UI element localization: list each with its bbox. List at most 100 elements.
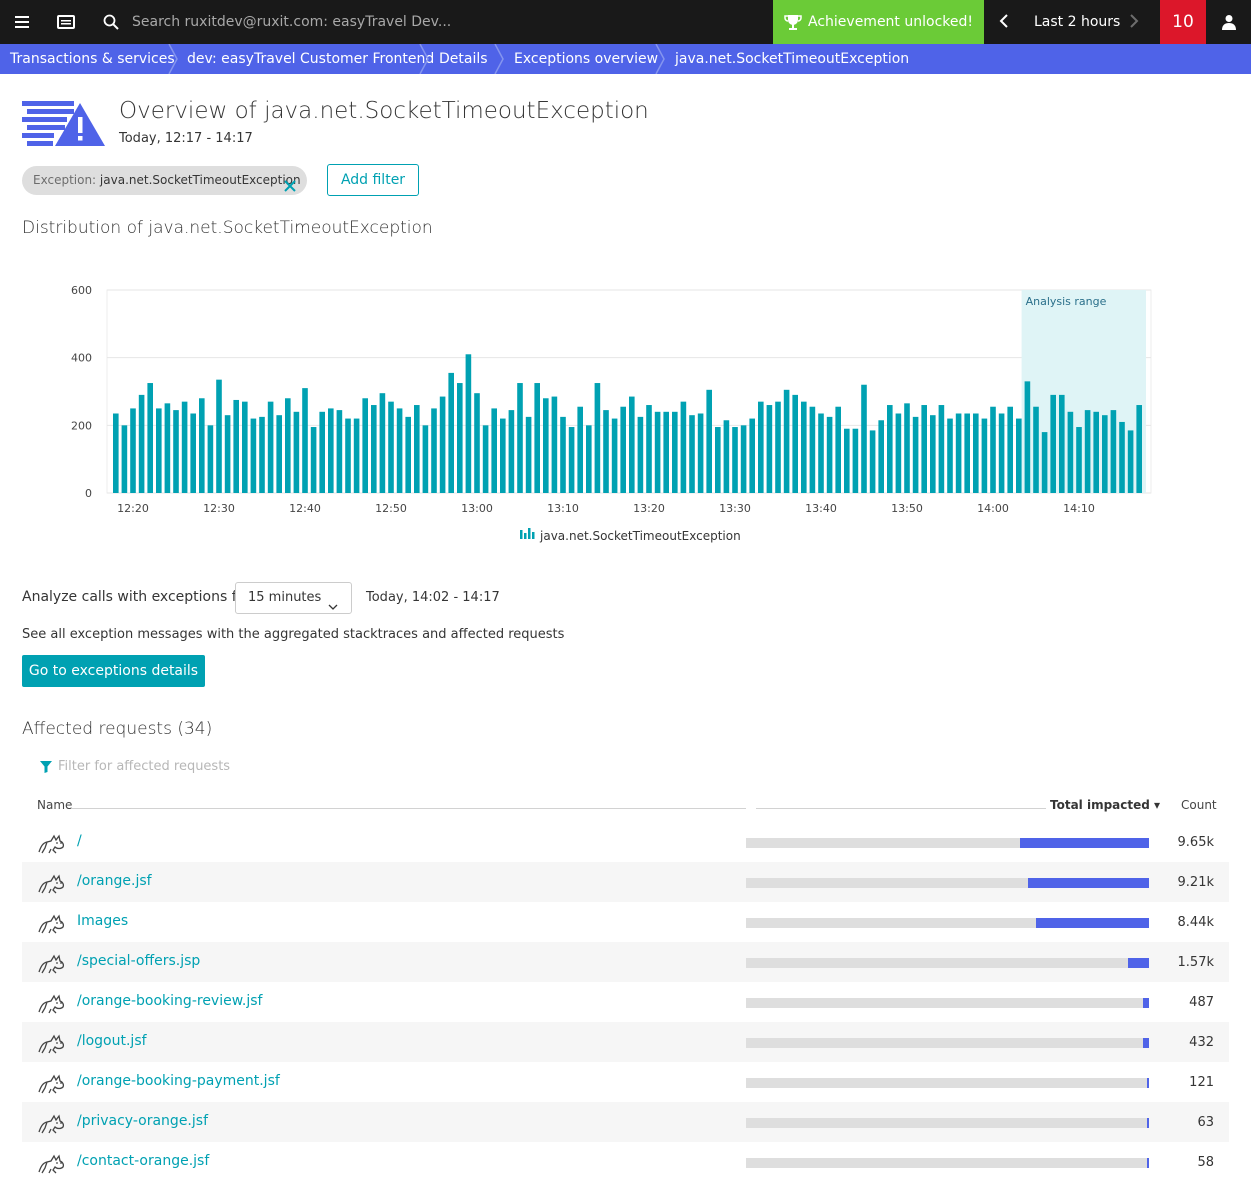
- menu-icon[interactable]: [8, 0, 36, 44]
- chart-bar: [276, 415, 282, 493]
- chart-bar: [1016, 418, 1022, 493]
- request-name-link[interactable]: /orange.jsf: [77, 873, 152, 889]
- chart-bar: [465, 354, 472, 493]
- table-row[interactable]: /special-offers.jsp 1.57k: [22, 942, 1229, 982]
- chart-bar: [749, 418, 755, 493]
- table-row[interactable]: Images 8.44k: [22, 902, 1229, 942]
- exception-filter-chip[interactable]: Exception: java.net.SocketTimeoutExcepti…: [22, 166, 307, 195]
- request-name-link[interactable]: /special-offers.jsp: [77, 953, 200, 969]
- chart-bar: [732, 427, 738, 493]
- x-tick-label: 13:00: [461, 502, 493, 515]
- close-icon[interactable]: [284, 174, 296, 203]
- request-name-link[interactable]: /contact-orange.jsf: [77, 1153, 209, 1169]
- analysis-range-band: [1021, 290, 1146, 493]
- column-header-total-impacted[interactable]: Total impacted ▾: [1050, 798, 1160, 812]
- chart-bar: [577, 406, 583, 493]
- table-row[interactable]: /orange-booking-payment.jsf 121: [22, 1062, 1229, 1102]
- tomcat-icon: [37, 1112, 67, 1138]
- chart-bar: [379, 393, 386, 493]
- affected-requests-title: Affected requests (34): [22, 719, 213, 739]
- chart-bar: [560, 416, 566, 493]
- chart-bar: [525, 416, 532, 493]
- chart-bar: [663, 411, 669, 493]
- chart-bar: [990, 406, 996, 493]
- chart-bar: [250, 418, 257, 493]
- y-tick-label: 0: [85, 487, 92, 500]
- breadcrumb-item-service[interactable]: dev: easyTravel Customer Frontend: [187, 44, 434, 74]
- chart-bar: [637, 416, 644, 493]
- chart-bar: [852, 428, 859, 493]
- y-tick-label: 600: [71, 284, 92, 297]
- table-row[interactable]: /orange-booking-review.jsf 487: [22, 982, 1229, 1022]
- chart-bar: [912, 416, 919, 493]
- chart-bar: [1119, 421, 1125, 493]
- table-row[interactable]: / 9.65k: [22, 822, 1229, 862]
- go-to-exceptions-details-button[interactable]: Go to exceptions details: [22, 655, 205, 687]
- request-count: 9.65k: [1177, 835, 1214, 850]
- impact-bar-fill: [1036, 918, 1149, 928]
- table-row[interactable]: /contact-orange.jsf 58: [22, 1142, 1229, 1182]
- chip-key: Exception:: [33, 173, 100, 187]
- chart-bar: [336, 410, 343, 493]
- filter-input[interactable]: Filter for affected requests: [58, 759, 230, 774]
- request-count: 487: [1189, 995, 1214, 1010]
- chart-bar: [672, 411, 678, 493]
- request-name-link[interactable]: /: [77, 833, 82, 849]
- column-header-total-label: Total impacted: [1050, 798, 1150, 812]
- trophy-icon: [784, 14, 802, 30]
- analysis-duration-select[interactable]: 15 minutes: [235, 582, 352, 614]
- breadcrumb-item-transactions[interactable]: Transactions & services: [10, 44, 175, 74]
- table-row[interactable]: /orange.jsf 9.21k: [22, 862, 1229, 902]
- chart-bar: [371, 405, 377, 493]
- chart-bar: [1033, 406, 1039, 493]
- impact-bar-fill: [1147, 1158, 1149, 1168]
- chart-bar: [224, 415, 231, 493]
- request-name-link[interactable]: /orange-booking-payment.jsf: [77, 1073, 280, 1089]
- problems-counter[interactable]: 10: [1160, 0, 1206, 44]
- search-input[interactable]: Search ruxitdev@ruxit.com: easyTravel De…: [132, 0, 451, 44]
- chart-bar: [654, 411, 661, 493]
- chart-bar: [508, 410, 515, 493]
- column-header-count[interactable]: Count: [1181, 798, 1217, 812]
- tomcat-icon: [37, 832, 67, 858]
- dashboard-icon[interactable]: [52, 0, 80, 44]
- legend-label: java.net.SocketTimeoutException: [539, 529, 741, 543]
- chart-bar: [646, 405, 652, 493]
- impact-bar-fill: [1147, 1118, 1149, 1128]
- page-title: Overview of java.net.SocketTimeoutExcept…: [119, 98, 649, 124]
- tomcat-icon: [37, 1032, 67, 1058]
- chart-bar: [267, 401, 274, 493]
- chart-bar: [543, 398, 549, 493]
- chart-bar: [310, 427, 317, 493]
- x-tick-label: 12:20: [117, 502, 149, 515]
- request-name-link[interactable]: Images: [77, 913, 128, 929]
- breadcrumb-item-details[interactable]: Details: [439, 44, 488, 74]
- chevron-down-icon: [328, 593, 338, 623]
- request-name-link[interactable]: /orange-booking-review.jsf: [77, 993, 262, 1009]
- chart-bar: [964, 413, 970, 493]
- chart-bar: [353, 418, 360, 493]
- chart-bar: [190, 413, 196, 493]
- see-all-text: See all exception messages with the aggr…: [22, 627, 565, 642]
- tomcat-icon: [37, 1152, 67, 1178]
- chart-bar: [1093, 411, 1099, 493]
- table-row[interactable]: /privacy-orange.jsf 63: [22, 1102, 1229, 1142]
- user-icon[interactable]: [1206, 0, 1251, 44]
- chevron-right-icon[interactable]: [1129, 13, 1139, 33]
- column-header-name[interactable]: Name: [37, 798, 72, 812]
- achievement-button[interactable]: Achievement unlocked!: [773, 0, 984, 44]
- x-tick-label: 13:20: [633, 502, 665, 515]
- breadcrumb-separator: [655, 44, 665, 74]
- timeframe-selector[interactable]: Last 2 hours: [985, 0, 1159, 44]
- table-row[interactable]: /logout.jsf 432: [22, 1022, 1229, 1062]
- request-name-link[interactable]: /privacy-orange.jsf: [77, 1113, 208, 1129]
- search-icon[interactable]: [98, 0, 124, 44]
- add-filter-button[interactable]: Add filter: [327, 164, 419, 196]
- request-name-link[interactable]: /logout.jsf: [77, 1033, 147, 1049]
- chevron-left-icon[interactable]: [999, 13, 1009, 33]
- chart-bar: [1102, 415, 1108, 493]
- timeframe-label[interactable]: Last 2 hours: [1034, 0, 1120, 44]
- breadcrumb-item-exceptions-overview[interactable]: Exceptions overview: [514, 44, 658, 74]
- chart-bar: [629, 396, 635, 493]
- x-tick-label: 12:50: [375, 502, 407, 515]
